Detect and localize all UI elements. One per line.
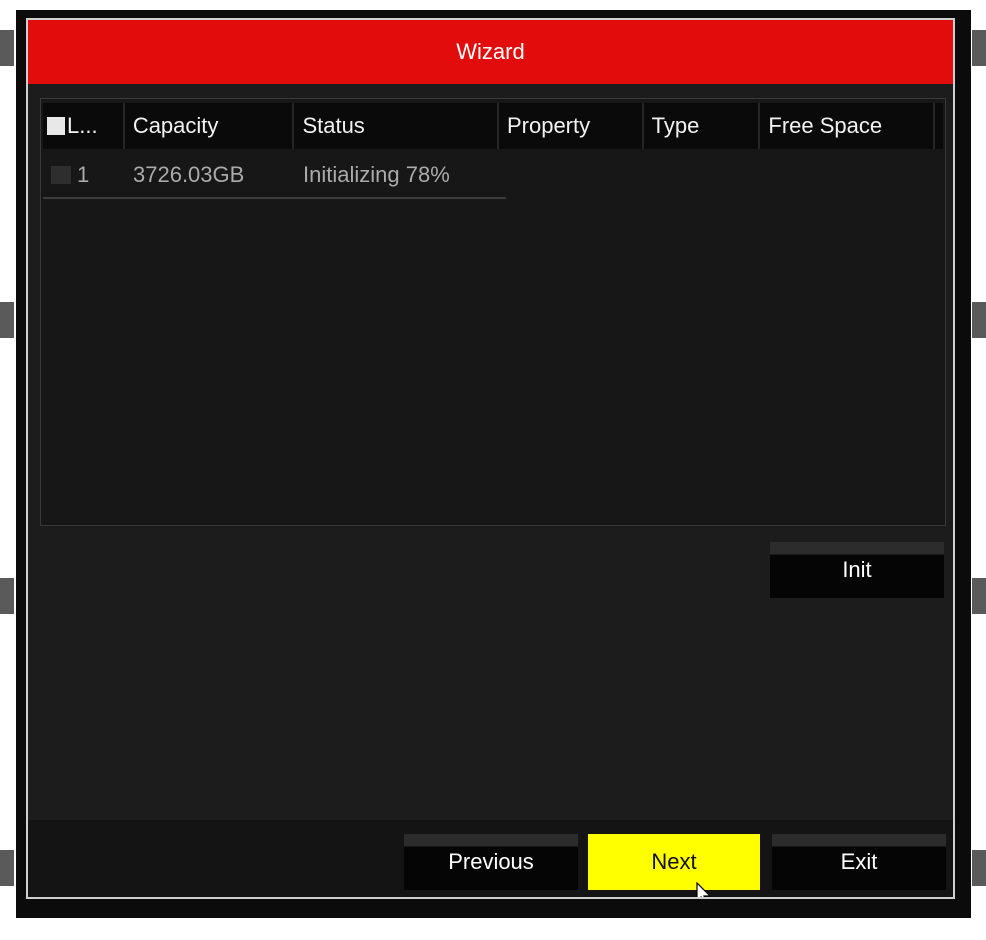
edge-tab bbox=[972, 302, 986, 338]
edge-tab bbox=[972, 578, 986, 614]
column-header-capacity[interactable]: Capacity bbox=[124, 103, 295, 149]
init-button[interactable]: Init bbox=[770, 542, 944, 598]
edge-tab bbox=[972, 30, 986, 66]
mouse-pointer-icon bbox=[696, 882, 712, 897]
next-button[interactable]: Next bbox=[588, 834, 760, 890]
column-header-extra bbox=[935, 103, 943, 149]
column-header-free-space[interactable]: Free Space bbox=[760, 103, 935, 149]
row-capacity: 3726.03GB bbox=[133, 162, 245, 187]
select-all-checkbox[interactable] bbox=[47, 117, 65, 135]
column-header-status[interactable]: Status bbox=[294, 103, 499, 149]
hdd-table: L... Capacity Status Property Type Free … bbox=[40, 98, 946, 526]
edge-tab bbox=[0, 578, 14, 614]
column-header-label[interactable]: L... bbox=[43, 103, 125, 149]
edge-tab bbox=[972, 850, 986, 886]
edge-tab bbox=[0, 302, 14, 338]
exit-button[interactable]: Exit bbox=[772, 834, 946, 890]
table-header: L... Capacity Status Property Type Free … bbox=[43, 103, 943, 149]
previous-button[interactable]: Previous bbox=[404, 834, 578, 890]
column-header-property[interactable]: Property bbox=[498, 103, 644, 149]
column-header-type[interactable]: Type bbox=[643, 103, 761, 149]
wizard-dialog: Wizard L... Capacity Status Property Typ… bbox=[26, 18, 955, 899]
edge-tab bbox=[0, 30, 14, 66]
row-label-cell: 1 bbox=[43, 153, 125, 197]
dialog-title: Wizard bbox=[28, 20, 953, 84]
column-header-label-text: L... bbox=[67, 113, 98, 138]
edge-tab bbox=[0, 850, 14, 886]
row-checkbox[interactable] bbox=[51, 166, 71, 184]
table-row[interactable]: 1 3726.03GB Initializing 78% bbox=[43, 153, 506, 199]
row-status: Initializing 78% bbox=[303, 162, 450, 187]
row-label: 1 bbox=[77, 162, 90, 187]
